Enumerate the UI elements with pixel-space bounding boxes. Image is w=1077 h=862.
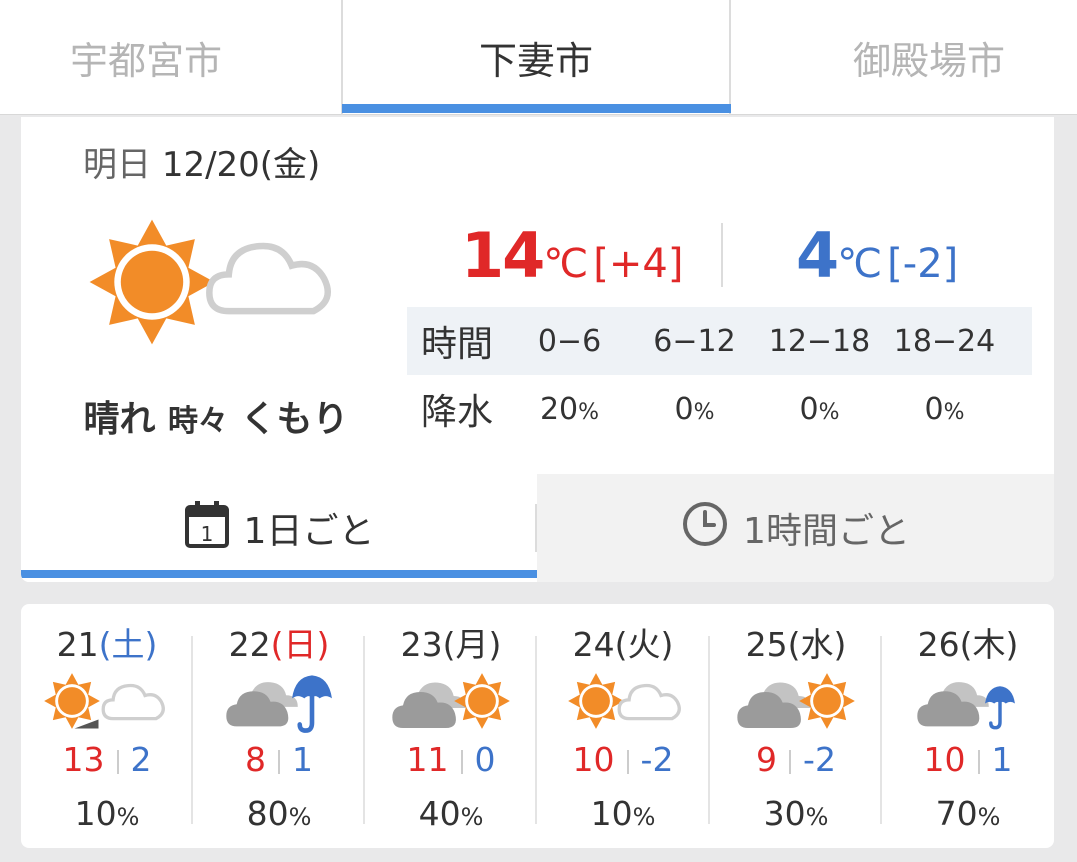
city-tabs: 宇都宮市 下妻市 御殿場市: [0, 0, 1077, 115]
day-forecast[interactable]: 22(日) 81 80%: [193, 604, 365, 848]
weather-sub: くもり: [240, 399, 349, 440]
low-temperature: 4℃ [-2]: [796, 219, 958, 292]
day-precip: 70%: [935, 794, 1001, 833]
day-temps: 10 1: [923, 740, 1013, 779]
tab-daily-label: 1日ごと: [243, 511, 375, 552]
day-forecast[interactable]: 26(木) 10 1 70%: [882, 604, 1054, 848]
weather-description: 晴れ 時々 くもり: [71, 390, 361, 442]
cloud-sun-icon: [385, 670, 517, 736]
weekly-forecast: 21(土) 13 2 10% 22(日) 81 80% 23(月) 11 0 4…: [21, 604, 1054, 848]
sun-then-cloud-icon: [41, 670, 173, 736]
calendar-icon: 1: [184, 499, 230, 558]
active-tab-indicator: [342, 104, 731, 113]
cloud-umbrella-icon: [213, 670, 345, 736]
temp-divider: [721, 223, 723, 287]
cloud-sun-icon: [730, 670, 862, 736]
day-label: 23(月): [400, 625, 502, 664]
day-precip: 10%: [74, 794, 140, 833]
day-label: 22(日): [228, 625, 330, 664]
sun-cloud-icon: [557, 670, 689, 736]
period-0: 0−6: [537, 323, 602, 359]
day-precip: 10%: [590, 794, 656, 833]
cloud-umbrella-icon: [902, 670, 1034, 736]
high-temp-diff: [+4]: [593, 241, 684, 287]
day-label: 21(土): [56, 625, 158, 664]
high-temp-unit: ℃: [543, 241, 589, 287]
high-temperature: 14℃ [+4]: [461, 219, 683, 292]
day-label: 25(水): [745, 625, 847, 664]
period-2: 12−18: [768, 323, 871, 359]
day-temps: 81: [245, 740, 313, 779]
day-forecast[interactable]: 24(火) 10 -2 10%: [537, 604, 709, 848]
high-temp-value: 14: [461, 219, 545, 292]
tab-daily[interactable]: 1 1日ごと: [21, 474, 537, 582]
low-temp-diff: [-2]: [887, 241, 959, 287]
day-forecast[interactable]: 25(水) 9 -2 30%: [710, 604, 882, 848]
day-label: 24(火): [572, 625, 674, 664]
day-temps: 13 2: [62, 740, 152, 779]
precip-value-row: 降水 20% 0% 0% 0%: [407, 375, 1032, 443]
day-label: 26(木): [917, 625, 1019, 664]
low-temp-value: 4: [796, 219, 839, 292]
tab-hourly[interactable]: 1時間ごと: [537, 474, 1054, 582]
period-3: 18−24: [893, 323, 996, 359]
precipitation-table: 時間 0−6 6−12 12−18 18−24 降水 20% 0% 0% 0%: [407, 307, 1032, 443]
weather-main: 晴れ: [83, 399, 156, 440]
forecast-card: 明日 12/20(金) 晴れ 時々 くもり 14℃ [+4] 4℃ [-2] 時…: [21, 117, 1054, 582]
svg-text:1: 1: [200, 522, 213, 546]
tab-hourly-label: 1時間ごと: [743, 511, 910, 552]
period-1: 6−12: [653, 323, 736, 359]
precip-value: 20%: [539, 391, 600, 427]
date-label: 明日: [83, 145, 151, 185]
day-precip: 80%: [246, 794, 312, 833]
precip-header: 降水: [420, 392, 493, 433]
sun-cloud-icon: [87, 217, 337, 357]
temperature-block: 14℃ [+4] 4℃ [-2]: [411, 219, 1031, 299]
day-precip: 40%: [418, 794, 484, 833]
tab-city-utsunomiya[interactable]: 宇都宮市: [0, 0, 341, 115]
day-forecast[interactable]: 23(月) 11 0 40%: [365, 604, 537, 848]
day-temps: 11 0: [406, 740, 496, 779]
mode-tabs: 1 1日ごと 1時間ごと: [21, 474, 1054, 582]
day-forecast[interactable]: 21(土) 13 2 10%: [21, 604, 193, 848]
low-temp-unit: ℃: [837, 241, 883, 287]
weather-mid: 時々: [168, 404, 228, 439]
tab-city-shimotsuma[interactable]: 下妻市: [341, 0, 731, 115]
tab-city-gotemba[interactable]: 御殿場市: [731, 0, 1077, 115]
day-temps: 10 -2: [572, 740, 674, 779]
active-mode-indicator: [21, 570, 537, 578]
time-header: 時間: [420, 324, 493, 365]
day-precip: 30%: [763, 794, 829, 833]
precip-value: 0%: [674, 391, 715, 427]
date-value: 12/20(金): [161, 145, 321, 185]
precip-value: 0%: [799, 391, 840, 427]
precip-value: 0%: [924, 391, 965, 427]
forecast-date: 明日 12/20(金): [83, 137, 320, 186]
clock-icon: [681, 500, 729, 557]
day-temps: 9 -2: [756, 740, 836, 779]
precip-header-row: 時間 0−6 6−12 12−18 18−24: [407, 307, 1032, 375]
